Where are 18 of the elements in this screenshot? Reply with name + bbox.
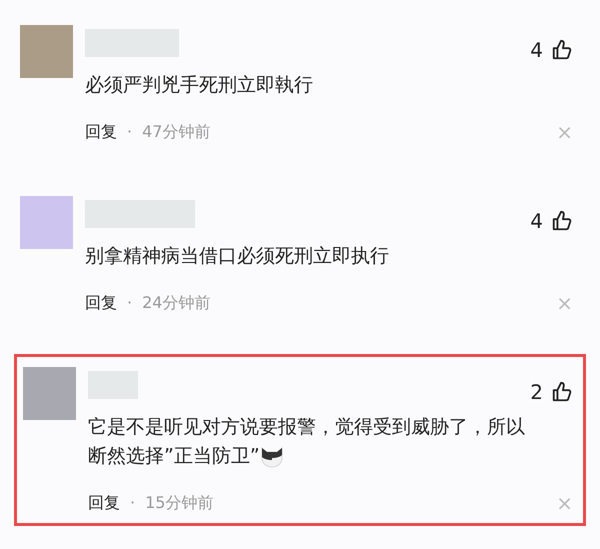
- reply-button[interactable]: 回复: [85, 120, 117, 144]
- thumbs-up-icon[interactable]: [551, 210, 573, 232]
- like-count: 4: [530, 208, 543, 235]
- comment-time: 15分钟前: [145, 492, 214, 514]
- thumbs-up-icon[interactable]: [551, 381, 573, 403]
- comment-text: 必须严判兇手死刑立即執行: [85, 73, 314, 98]
- like-count: 2: [530, 379, 543, 406]
- like-count: 4: [530, 37, 543, 64]
- reply-button[interactable]: 回复: [85, 291, 117, 315]
- separator-dot: ·: [127, 292, 132, 314]
- reply-button[interactable]: 回复: [88, 491, 120, 515]
- comment-text: 它是不是听见对方说要报警，觉得受到威胁了，所以断然选择”正当防卫”: [88, 415, 526, 470]
- comment-time: 24分钟前: [142, 292, 210, 314]
- thumbs-up-icon[interactable]: [551, 39, 573, 61]
- comment-text: 别拿精神病当借口必须死刑立即执行: [85, 244, 390, 269]
- separator-dot: ·: [127, 121, 132, 143]
- separator-dot: ·: [130, 492, 136, 514]
- comment-time: 47分钟前: [142, 121, 210, 143]
